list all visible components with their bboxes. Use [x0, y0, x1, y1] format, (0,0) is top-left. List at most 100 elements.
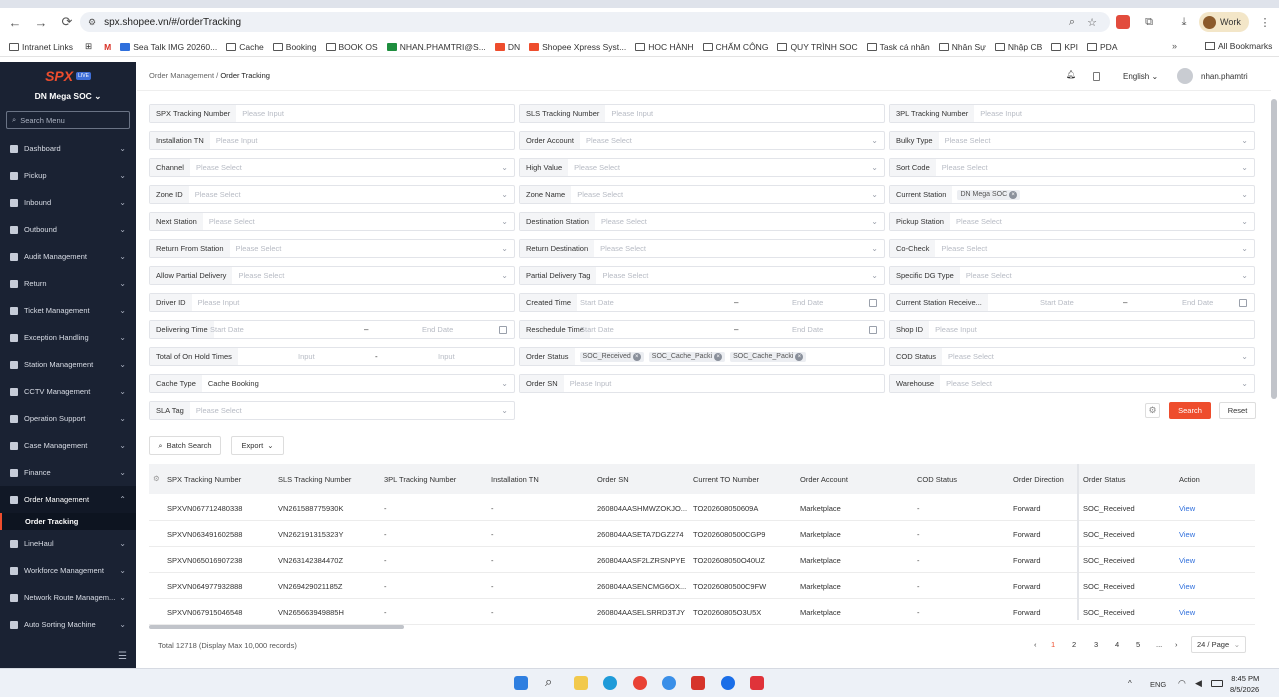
bookmark[interactable]: Sea Talk IMG 20260... — [120, 42, 217, 52]
filter-spx-tn[interactable]: SPX Tracking Number Please Input — [149, 104, 515, 123]
station-switcher[interactable]: DN Mega SOC ⌄ — [0, 91, 136, 102]
address-bar[interactable]: ⚙ spx.shopee.vn/#/orderTracking — [80, 12, 1110, 32]
bookmark[interactable]: CHẤM CÔNG — [702, 42, 768, 52]
bookmark[interactable]: DN — [494, 42, 520, 52]
sidebar-item[interactable]: CCTV Management ⌄ — [0, 378, 136, 405]
filter-order-status[interactable]: Order Status SOC_Received × SOC_Cache_Packi… — [519, 347, 885, 366]
bookmark[interactable]: Nhân Sự — [938, 42, 986, 52]
user-avatar[interactable] — [1177, 68, 1193, 84]
next-page-icon[interactable]: › — [1175, 640, 1178, 649]
chrome-icon[interactable] — [633, 676, 647, 690]
bell-icon[interactable]: 🔔︎ — [1066, 70, 1076, 79]
all-bookmarks[interactable]: All Bookmarks — [1205, 41, 1272, 51]
search-button[interactable]: Search — [1169, 402, 1211, 419]
sidebar-item[interactable]: Return ⌄ — [0, 270, 136, 297]
user-name[interactable]: nhan.phamtri — [1201, 72, 1248, 81]
extension-icon[interactable] — [1116, 15, 1130, 29]
close-icon[interactable]: × — [714, 352, 723, 361]
bookmark[interactable]: KPI — [1051, 42, 1078, 52]
sidebar-item[interactable]: LineHaul ⌄ — [0, 530, 136, 557]
sidebar-item[interactable]: Network Route Managem... ⌄ — [0, 584, 136, 611]
filter-channel[interactable]: Channel Please Select ⌄ — [149, 158, 515, 177]
bookmark[interactable]: Booking — [272, 42, 317, 52]
filter-pickup-station[interactable]: Pickup Station Please Select ⌄ — [889, 212, 1255, 231]
filter-current-station-receive[interactable]: Current Station Receive... Start Date – End… — [889, 293, 1255, 312]
vertical-scrollbar[interactable] — [1271, 99, 1277, 399]
bookmark[interactable]: PDA — [1087, 42, 1118, 52]
page-ellipsis[interactable]: ... — [1156, 640, 1162, 649]
filter-partial-tag[interactable]: Partial Delivery Tag Please Select ⌄ — [519, 266, 885, 285]
filter-warehouse[interactable]: Warehouse Please Select ⌄ — [889, 374, 1255, 393]
sidebar-item[interactable]: Operation Support ⌄ — [0, 405, 136, 432]
settings-gear-icon[interactable]: ⚙ — [1145, 403, 1160, 418]
breadcrumb-parent[interactable]: Order Management — [149, 71, 214, 80]
view-link[interactable]: View — [1179, 608, 1195, 617]
sidebar-item[interactable]: Pickup ⌄ — [0, 162, 136, 189]
gmail-icon[interactable]: M — [104, 42, 111, 52]
sidebar-item[interactable]: Order Management ⌃ — [0, 486, 136, 513]
filter-cache-type[interactable]: Cache Type Cache Booking ⌄ — [149, 374, 515, 393]
profile-button[interactable]: Work — [1199, 12, 1249, 32]
sidebar-item[interactable]: Station Management ⌄ — [0, 351, 136, 378]
page-4[interactable]: 4 — [1115, 640, 1119, 649]
bookmark[interactable]: Shopee Xpress Syst... — [529, 42, 626, 52]
sidebar-item[interactable]: Outbound ⌄ — [0, 216, 136, 243]
sidebar-item[interactable]: Finance ⌄ — [0, 459, 136, 486]
filter-co-check[interactable]: Co-Check Please Select ⌄ — [889, 239, 1255, 258]
file-explorer-icon[interactable] — [574, 676, 588, 690]
reload-icon[interactable]: ⟳ — [56, 11, 78, 33]
reset-button[interactable]: Reset — [1219, 402, 1256, 419]
close-icon[interactable]: × — [795, 352, 804, 361]
bookmark[interactable]: QUY TRÌNH SOC — [777, 42, 858, 52]
bookmark[interactable]: BOOK OS — [325, 42, 378, 52]
bookmark[interactable]: HOC HÀNH — [635, 42, 694, 52]
batch-search-button[interactable]: ⌕ Batch Search — [149, 436, 221, 455]
filter-order-account[interactable]: Order Account Please Select ⌄ — [519, 131, 885, 150]
filter-specific-dg[interactable]: Specific DG Type Please Select ⌄ — [889, 266, 1255, 285]
battery-icon[interactable] — [1211, 680, 1223, 687]
prev-page-icon[interactable]: ‹ — [1034, 640, 1037, 649]
bookmark[interactable]: Task cá nhân — [866, 42, 930, 52]
filter-zone-name[interactable]: Zone Name Please Select ⌄ — [519, 185, 885, 204]
acrobat-icon[interactable] — [691, 676, 705, 690]
volume-icon[interactable]: ◀ — [1195, 678, 1202, 689]
download-icon[interactable]: ⤓ — [1175, 13, 1193, 31]
filter-return-destination[interactable]: Return Destination Please Select ⌄ — [519, 239, 885, 258]
forward-icon[interactable]: → — [30, 11, 52, 33]
menu-kebab-icon[interactable]: ⋮ — [1256, 13, 1274, 31]
windows-start-icon[interactable] — [514, 676, 528, 690]
search-icon[interactable]: ⌕ — [1063, 13, 1081, 31]
filter-shop-id[interactable]: Shop ID Please Input — [889, 320, 1255, 339]
page-5[interactable]: 5 — [1136, 640, 1140, 649]
spx-logo[interactable]: SPX LIVE — [0, 62, 136, 90]
filter-sort-code[interactable]: Sort Code Please Select ⌄ — [889, 158, 1255, 177]
tray-chevron-icon[interactable]: ^ — [1128, 679, 1132, 688]
view-link[interactable]: View — [1179, 582, 1195, 591]
filter-order-sn[interactable]: Order SN Please Input — [519, 374, 885, 393]
column-settings-icon[interactable]: ⚙ — [153, 474, 160, 483]
filter-delivering-time[interactable]: Delivering Time Start Date – End Date — [149, 320, 515, 339]
collapse-menu-icon[interactable]: ☰ — [118, 651, 127, 662]
sidebar-item[interactable]: Inbound ⌄ — [0, 189, 136, 216]
page-1[interactable]: 1 — [1051, 640, 1055, 649]
filter-bulky-type[interactable]: Bulky Type Please Select ⌄ — [889, 131, 1255, 150]
more-bookmarks-icon[interactable]: » — [1172, 41, 1177, 51]
export-button[interactable]: Export ⌄ — [231, 436, 284, 455]
edge-icon[interactable] — [603, 676, 617, 690]
filter-return-from-station[interactable]: Return From Station Please Select ⌄ — [149, 239, 515, 258]
sidebar-item[interactable]: Auto Sorting Machine ⌄ — [0, 611, 136, 638]
site-info-icon[interactable]: ⚙ — [88, 17, 96, 28]
filter-driver-id[interactable]: Driver ID Please Input — [149, 293, 515, 312]
app-icon[interactable] — [750, 676, 764, 690]
sidebar-subitem-order-tracking[interactable]: Order Tracking — [0, 513, 136, 530]
input-language[interactable]: ENG — [1150, 680, 1166, 689]
search-menu-input[interactable]: ⌕ Search Menu — [6, 111, 130, 129]
filter-sla-tag[interactable]: SLA Tag Please Select ⌄ — [149, 401, 515, 420]
search-icon[interactable]: ⌕ — [545, 674, 559, 689]
close-icon[interactable]: × — [632, 352, 641, 361]
filter-high-value[interactable]: High Value Please Select ⌄ — [519, 158, 885, 177]
filter-tpl-tn[interactable]: 3PL Tracking Number Please Input — [889, 104, 1255, 123]
page-size-select[interactable]: 24 / Page ⌄ — [1191, 636, 1246, 653]
close-icon[interactable]: × — [1009, 190, 1018, 199]
view-link[interactable]: View — [1179, 530, 1195, 539]
